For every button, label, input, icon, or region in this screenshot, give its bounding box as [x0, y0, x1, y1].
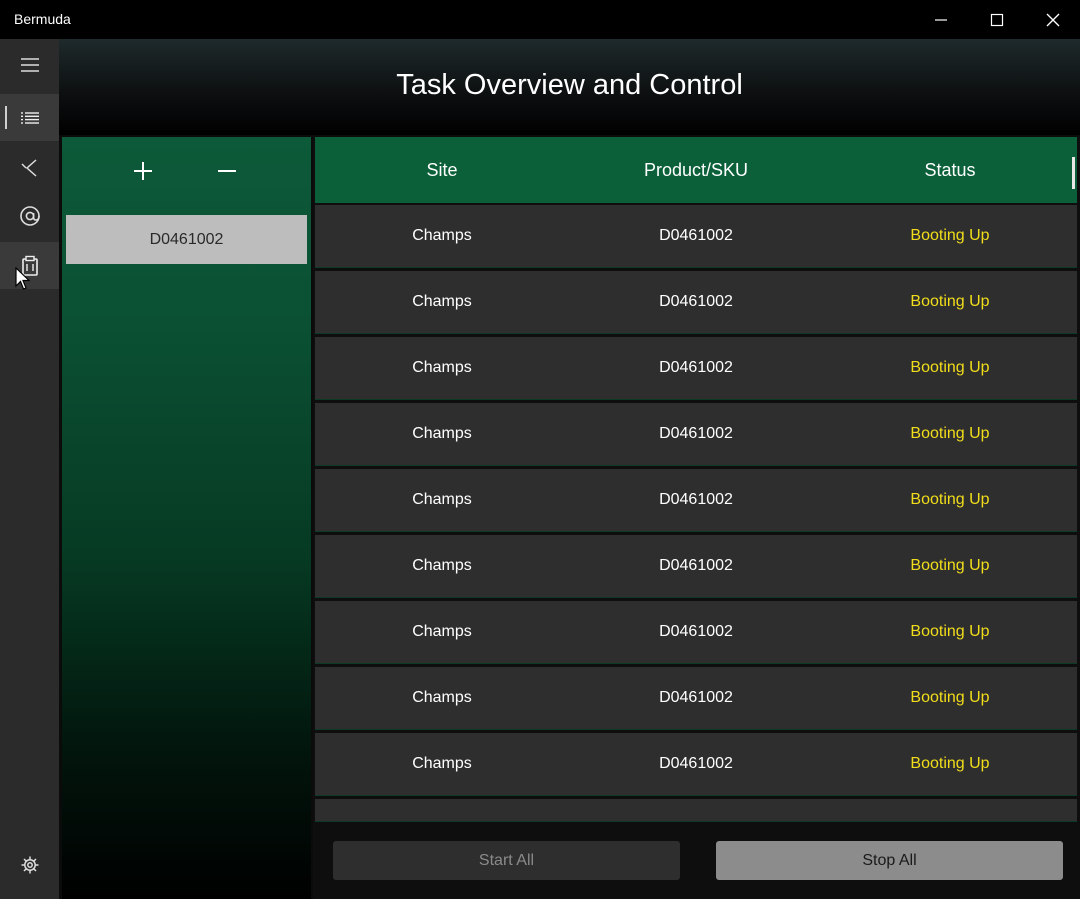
- table-row[interactable]: Champs D0461002 Booting Up: [315, 733, 1077, 795]
- nav-item-proxies[interactable]: [0, 144, 59, 191]
- cell-site: Champs: [412, 293, 472, 310]
- table-row[interactable]: Champs D0461002 Booting Up: [315, 535, 1077, 597]
- app-window: Bermuda Task Overview and Control D04610…: [0, 0, 1080, 899]
- nav-item-accounts[interactable]: [0, 192, 59, 239]
- column-header-site[interactable]: Site: [315, 137, 569, 203]
- cell-sku: D0461002: [659, 359, 733, 376]
- remove-task-button[interactable]: [197, 149, 257, 193]
- plus-icon: [134, 162, 152, 180]
- maximize-button[interactable]: [969, 0, 1025, 39]
- cell-site: Champs: [412, 557, 472, 574]
- minimize-button[interactable]: [913, 0, 969, 39]
- table-row[interactable]: Champs D0461002 Booting Up: [315, 337, 1077, 399]
- cell-status: Booting Up: [910, 689, 990, 706]
- cell-status: Booting Up: [910, 755, 990, 772]
- scrollbar-thumb[interactable]: [1072, 157, 1075, 189]
- title-bar: Bermuda: [0, 0, 1080, 39]
- at-sign-icon: [19, 205, 40, 226]
- hamburger-menu-button[interactable]: [0, 41, 59, 88]
- column-header-status[interactable]: Status: [823, 137, 1077, 203]
- task-list-icon: [20, 111, 39, 124]
- task-list-item[interactable]: D0461002: [66, 215, 307, 264]
- start-all-button[interactable]: Start All: [333, 841, 680, 880]
- cell-sku: D0461002: [659, 557, 733, 574]
- cell-status: Booting Up: [910, 293, 990, 310]
- table-rows: Champs D0461002 Booting Up Champs D04610…: [315, 205, 1077, 825]
- page-title: Task Overview and Control: [396, 69, 743, 101]
- selection-indicator: [5, 106, 7, 129]
- nav-rail: [0, 39, 59, 899]
- page-header: Task Overview and Control: [59, 39, 1080, 135]
- mouse-cursor-icon: [15, 267, 31, 290]
- cell-sku: D0461002: [659, 689, 733, 706]
- task-table: Site Product/SKU Status Champs D0461002 …: [313, 137, 1080, 827]
- cell-site: Champs: [412, 623, 472, 640]
- cell-sku: D0461002: [659, 425, 733, 442]
- cell-status: Booting Up: [910, 491, 990, 508]
- column-header-sku[interactable]: Product/SKU: [569, 137, 823, 203]
- table-row[interactable]: Champs D0461002 Booting Up: [315, 601, 1077, 663]
- cell-status: Booting Up: [910, 227, 990, 244]
- window-title: Bermuda: [14, 11, 71, 27]
- cell-status: Booting Up: [910, 359, 990, 376]
- cell-site: Champs: [412, 227, 472, 244]
- proxy-icon: [20, 158, 36, 177]
- cell-status: Booting Up: [910, 557, 990, 574]
- cell-site: Champs: [412, 689, 472, 706]
- hamburger-menu-icon: [20, 57, 39, 72]
- cell-site: Champs: [412, 359, 472, 376]
- table-row[interactable]: Champs D0461002 Booting Up: [315, 667, 1077, 729]
- cell-site: Champs: [412, 491, 472, 508]
- table-row[interactable]: Champs D0461002 Booting Up: [315, 271, 1077, 333]
- nav-item-tasks[interactable]: [0, 94, 59, 141]
- cell-status: Booting Up: [910, 425, 990, 442]
- add-task-button[interactable]: [113, 149, 173, 193]
- maximize-icon: [990, 13, 1004, 26]
- minimize-icon: [935, 18, 947, 21]
- table-row[interactable]: Champs D0461002 Booting Up: [315, 469, 1077, 531]
- table-footer: Start All Stop All: [313, 827, 1080, 899]
- table-header: Site Product/SKU Status: [315, 137, 1077, 203]
- cell-sku: D0461002: [659, 491, 733, 508]
- cell-sku: D0461002: [659, 755, 733, 772]
- table-row[interactable]: Champs D0461002 Booting Up: [315, 403, 1077, 465]
- table-row-partial[interactable]: [315, 799, 1077, 821]
- minus-icon: [218, 170, 236, 172]
- close-icon: [1046, 13, 1060, 26]
- task-list-panel: D0461002: [62, 137, 311, 899]
- cell-site: Champs: [412, 755, 472, 772]
- close-button[interactable]: [1025, 0, 1080, 39]
- table-row[interactable]: Champs D0461002 Booting Up: [315, 205, 1077, 267]
- stop-all-button[interactable]: Stop All: [716, 841, 1063, 880]
- cell-sku: D0461002: [659, 227, 733, 244]
- cell-sku: D0461002: [659, 293, 733, 310]
- cell-site: Champs: [412, 425, 472, 442]
- nav-item-settings[interactable]: [0, 841, 59, 888]
- gear-icon: [21, 856, 38, 873]
- cell-status: Booting Up: [910, 623, 990, 640]
- cell-sku: D0461002: [659, 623, 733, 640]
